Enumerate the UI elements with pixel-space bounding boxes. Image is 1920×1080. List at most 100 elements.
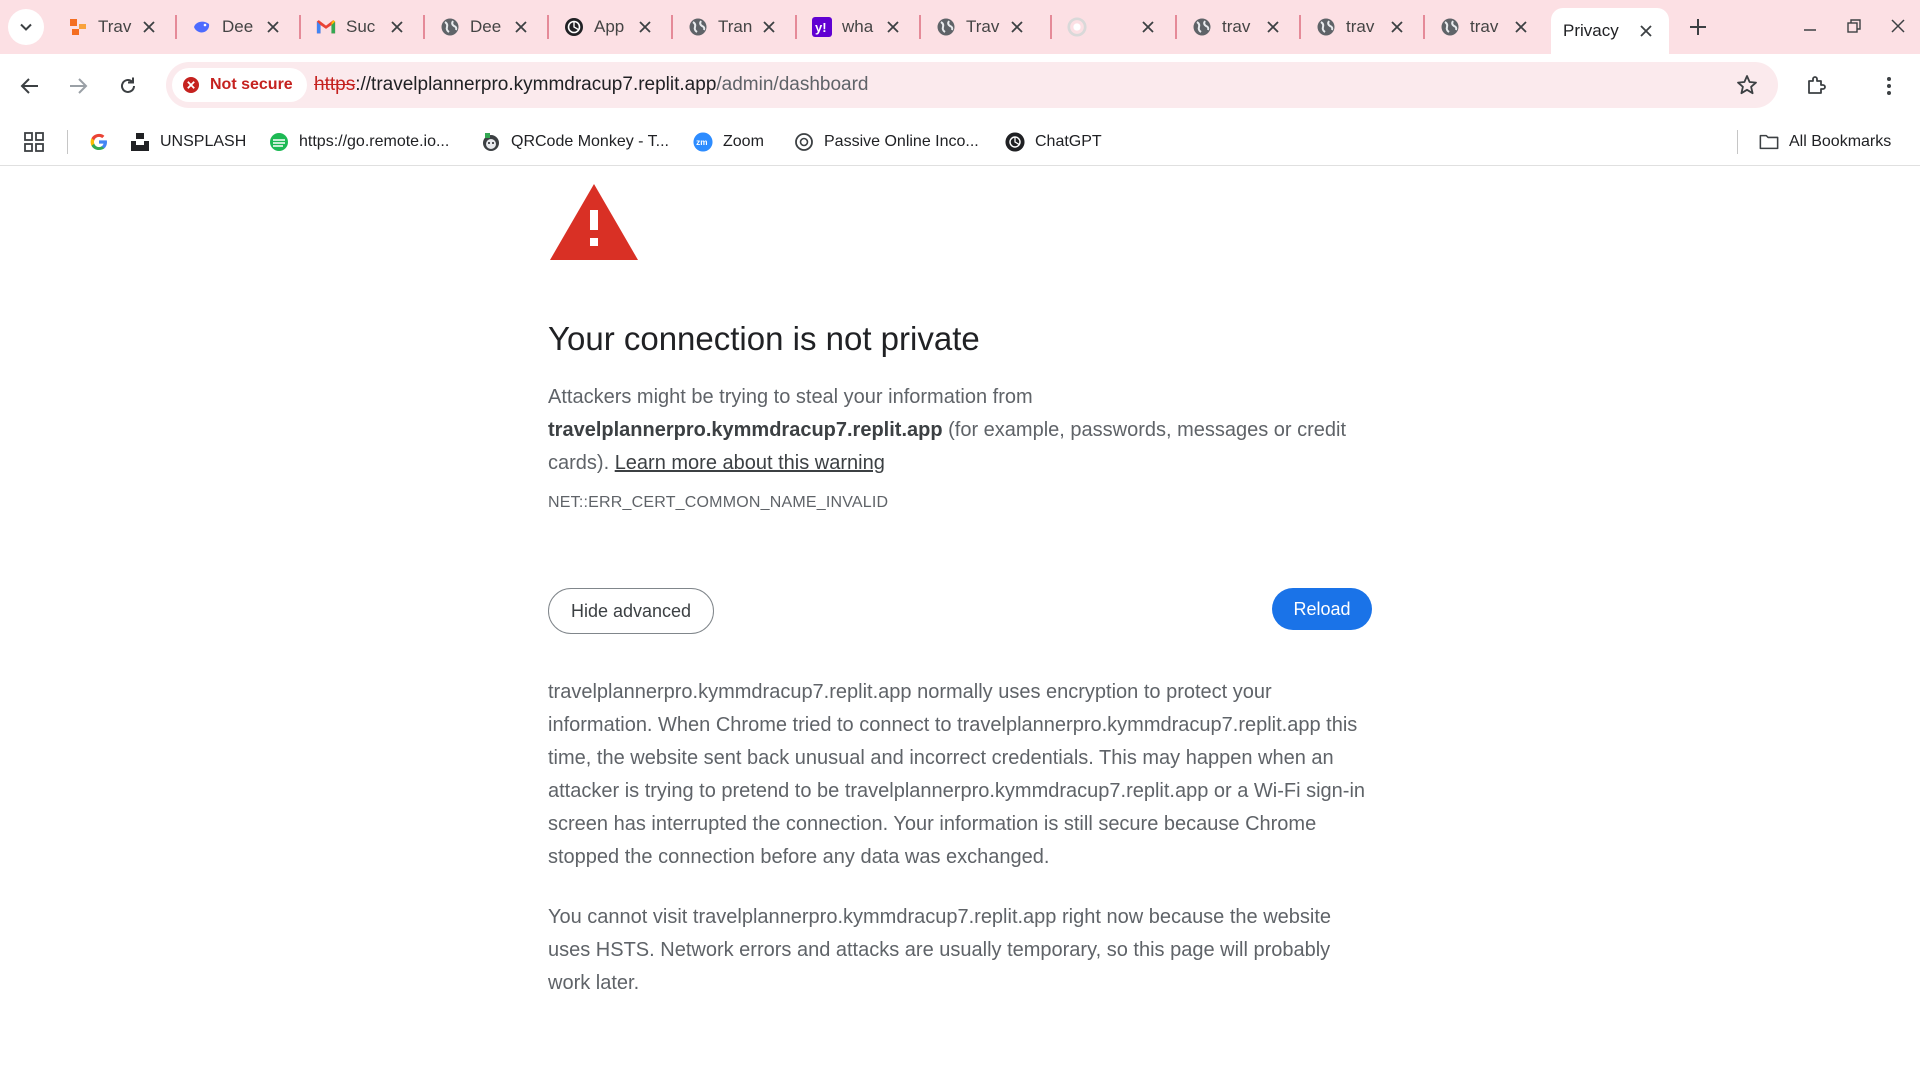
tab-5[interactable]: App: [550, 9, 668, 45]
error-circle-icon: [183, 77, 199, 93]
folder-icon: [1759, 132, 1779, 152]
tab-9[interactable]: [1053, 9, 1171, 45]
reload-toolbar-button[interactable]: [110, 68, 146, 104]
tab-title: App: [594, 17, 625, 36]
tab-active-privacy[interactable]: Privacy: [1551, 8, 1669, 54]
bookmark-chatgpt[interactable]: ChatGPT: [1005, 128, 1102, 156]
close-icon[interactable]: [1008, 18, 1026, 36]
minimize-icon: [1804, 29, 1816, 31]
close-icon[interactable]: [1512, 18, 1530, 36]
hide-advanced-button[interactable]: Hide advanced: [548, 588, 714, 634]
url-host: ://travelplannerpro.kymmdracup7.replit.a…: [355, 74, 717, 95]
close-window-button[interactable]: [1878, 8, 1918, 44]
globe-icon: [1192, 17, 1212, 37]
tab-1[interactable]: Trav: [54, 9, 172, 45]
back-button[interactable]: [12, 68, 48, 104]
tab-title: Dee: [222, 17, 254, 36]
bookmark-star-button[interactable]: [1734, 72, 1760, 98]
gmail-icon: [316, 17, 336, 37]
bookmark-passive-income[interactable]: Passive Online Inco...: [794, 128, 979, 156]
yahoo-icon: y!: [812, 17, 832, 37]
arrow-left-icon: [20, 78, 38, 94]
remote-io-icon: [269, 132, 289, 152]
restore-icon: [1847, 19, 1861, 33]
globe-icon: [440, 17, 460, 37]
message-host: travelplannerpro.kymmdracup7.replit.app: [548, 419, 943, 441]
all-bookmarks-button[interactable]: All Bookmarks: [1759, 128, 1891, 156]
globe-icon: [1316, 17, 1336, 37]
svg-text:y!: y!: [815, 20, 827, 35]
close-icon[interactable]: [264, 18, 282, 36]
openai-icon: [564, 17, 584, 37]
menu-button[interactable]: [1871, 68, 1907, 104]
apps-button[interactable]: [24, 128, 54, 156]
extensions-button[interactable]: [1798, 68, 1834, 104]
url-scheme: https: [314, 74, 356, 95]
details-paragraph-2: You cannot visit travelplannerpro.kymmdr…: [548, 906, 1332, 994]
restore-button[interactable]: [1834, 8, 1874, 44]
bookmark-divider: [67, 130, 68, 154]
minimize-button[interactable]: [1790, 8, 1830, 44]
plus-icon: [1690, 19, 1706, 35]
deepseek-whale-icon: [192, 17, 212, 37]
openai-icon: [1005, 132, 1025, 152]
tab-3[interactable]: Suc: [302, 9, 420, 45]
bookmarks-bar: UNSPLASH https://go.remote.io... QRCode …: [0, 118, 1920, 166]
globe-icon: [1440, 17, 1460, 37]
tab-12[interactable]: trav: [1426, 9, 1544, 45]
tab-divider: [423, 15, 425, 39]
tab-divider: [1050, 15, 1052, 39]
tab-2[interactable]: Dee: [178, 9, 296, 45]
browser-toolbar: Not secure https://travelplannerpro.kymm…: [0, 54, 1920, 118]
bookmark-remote-io[interactable]: https://go.remote.io...: [269, 128, 449, 156]
bookmark-unsplash[interactable]: UNSPLASH: [130, 128, 246, 156]
bookmark-google[interactable]: [89, 128, 119, 156]
refresh-icon: [121, 77, 135, 93]
bookmark-label: ChatGPT: [1035, 133, 1102, 150]
bookmark-label: https://go.remote.io...: [299, 133, 450, 150]
bookmark-zoom[interactable]: zm Zoom: [693, 128, 764, 156]
close-icon[interactable]: [1264, 18, 1282, 36]
tab-11[interactable]: trav: [1302, 9, 1420, 45]
security-chip[interactable]: Not secure: [172, 68, 307, 102]
bookmark-label: Passive Online Inco...: [824, 133, 979, 150]
close-icon[interactable]: [636, 18, 654, 36]
tab-title: Trav: [98, 17, 132, 36]
bookmark-qrcode-monkey[interactable]: QRCode Monkey - T...: [481, 128, 669, 156]
tab-divider: [175, 15, 177, 39]
error-code[interactable]: NET::ERR_CERT_COMMON_NAME_INVALID: [548, 494, 1372, 512]
tab-8[interactable]: Trav: [922, 9, 1040, 45]
tab-divider: [671, 15, 673, 39]
bookmark-label: Zoom: [723, 133, 764, 150]
close-icon[interactable]: [1139, 18, 1157, 36]
close-icon[interactable]: [1388, 18, 1406, 36]
tab-7[interactable]: y! wha: [798, 9, 916, 45]
new-tab-button[interactable]: [1680, 9, 1716, 45]
close-icon[interactable]: [512, 18, 530, 36]
page-title: Your connection is not private: [548, 320, 980, 357]
reload-button[interactable]: Reload: [1272, 588, 1372, 630]
tab-title: Trav: [966, 17, 1000, 36]
tab-search-button[interactable]: [8, 9, 44, 45]
button-row: Hide advanced Reload: [548, 588, 1372, 634]
close-icon[interactable]: [140, 18, 158, 36]
tab-title: Privacy: [1563, 21, 1619, 40]
tab-6[interactable]: Tran: [674, 9, 792, 45]
close-icon[interactable]: [388, 18, 406, 36]
tab-title: Dee: [470, 17, 502, 36]
details-paragraph-1: travelplannerpro.kymmdracup7.replit.app …: [548, 681, 1366, 868]
tab-10[interactable]: trav: [1178, 9, 1296, 45]
zoom-icon: zm: [693, 132, 713, 152]
privacy-error-page: Your connection is not private Attackers…: [548, 182, 1372, 1000]
learn-more-link[interactable]: Learn more about this warning: [615, 452, 885, 474]
google-icon: [89, 132, 109, 152]
url-text[interactable]: https://travelplannerpro.kymmdracup7.rep…: [314, 74, 869, 96]
address-bar[interactable]: Not secure https://travelplannerpro.kymm…: [166, 62, 1778, 108]
close-icon[interactable]: [760, 18, 778, 36]
tab-4[interactable]: Dee: [426, 9, 544, 45]
close-icon[interactable]: [884, 18, 902, 36]
arrow-right-icon: [70, 78, 88, 94]
forward-button[interactable]: [60, 68, 96, 104]
close-icon: [1891, 19, 1905, 33]
close-icon[interactable]: [1637, 22, 1655, 40]
